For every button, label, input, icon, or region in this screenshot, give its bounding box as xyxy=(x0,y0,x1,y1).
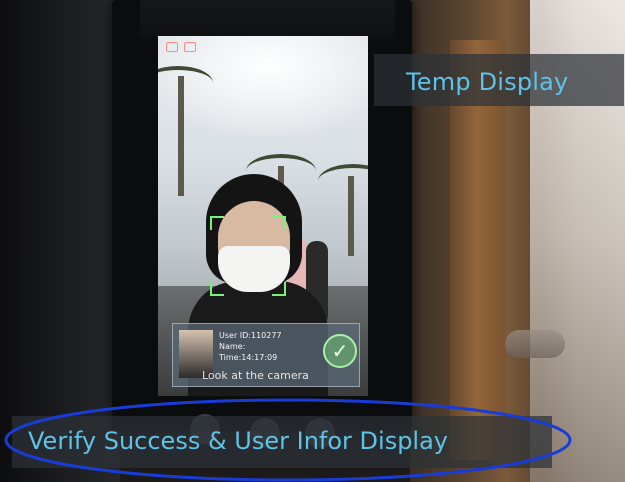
highlight-ellipse-outline xyxy=(4,398,572,482)
highlight-ellipse xyxy=(4,398,572,482)
photo-scene: User ID:110277 Name: Time:14:17:09 ✓ Loo… xyxy=(0,0,625,482)
